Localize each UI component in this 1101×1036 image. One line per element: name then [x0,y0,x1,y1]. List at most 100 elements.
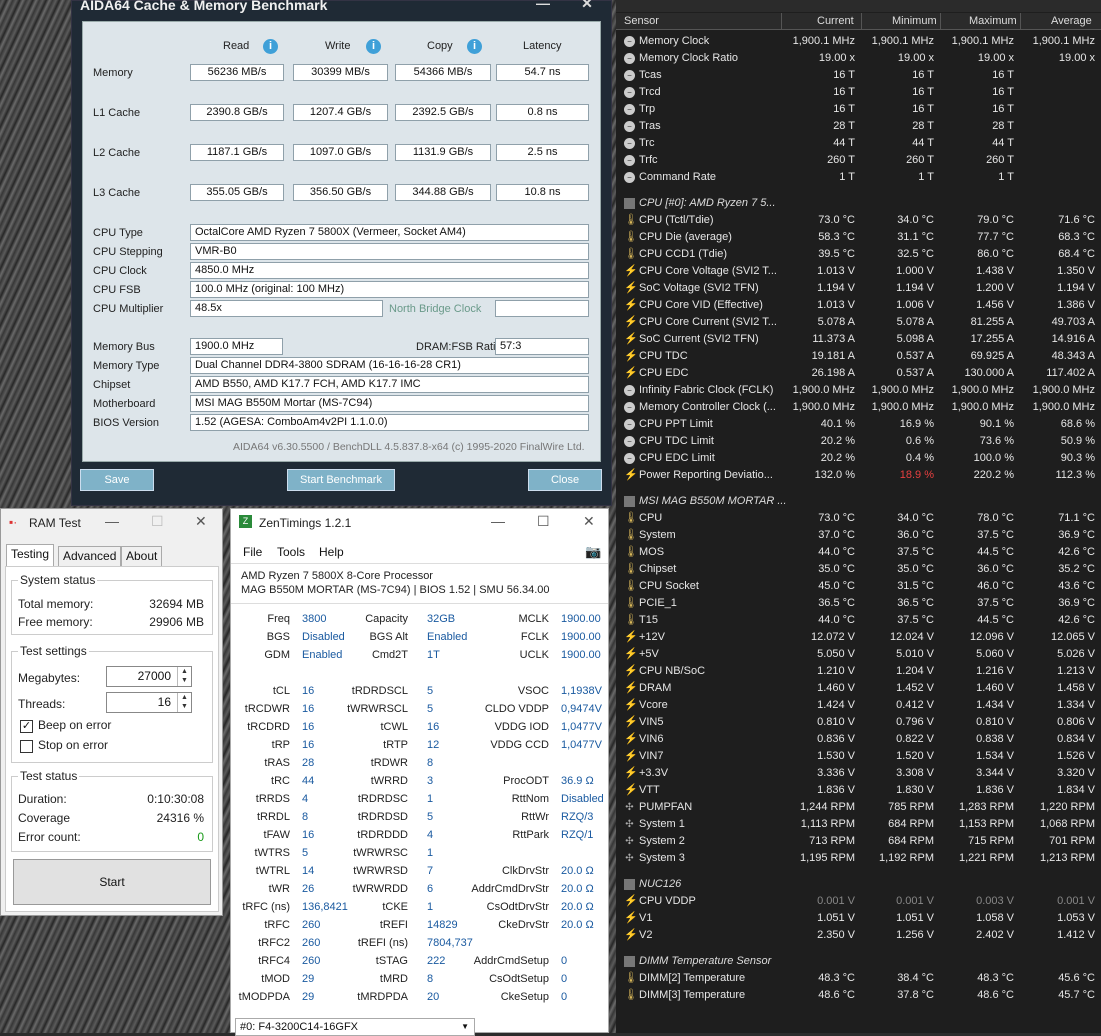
info-icon[interactable]: i [366,39,381,54]
sensor-row[interactable]: ⚡ VIN7 1.530 V 1.520 V 1.534 V 1.526 V [616,748,1101,765]
collapse-icon[interactable] [624,496,635,507]
sensor-row[interactable]: ⚡ CPU NB/SoC 1.210 V 1.204 V 1.216 V 1.213 V [616,663,1101,680]
sensor-row[interactable]: ⚡ Power Reporting Deviatio... 132.0 % 18.9 … [616,467,1101,484]
minimize-icon[interactable]: — [491,513,505,529]
sensor-row[interactable]: ⚡ V2 2.350 V 1.256 V 2.402 V 1.412 V [616,927,1101,944]
info-icon[interactable]: i [467,39,482,54]
close-icon[interactable]: ✕ [572,0,602,15]
sensor-row[interactable]: ⚡ V1 1.051 V 1.051 V 1.058 V 1.053 V [616,910,1101,927]
threads-input[interactable]: 16 ▲ ▼ [106,692,192,713]
sensor-row[interactable]: − CPU EDC Limit 20.2 % 0.4 % 100.0 % 90.3 % [616,450,1101,467]
sensor-row[interactable]: ⚡ CPU TDC 19.181 A 0.537 A 69.925 A 48.343 A [616,348,1101,365]
col-average[interactable]: Average [1051,15,1092,27]
sensor-row[interactable]: ⚡ SoC Current (SVI2 TFN) 11.373 A 5.098 A 17… [616,331,1101,348]
sensor-row[interactable]: ⚡ VTT 1.836 V 1.830 V 1.836 V 1.834 V [616,782,1101,799]
sensor-row[interactable]: 🌡 System 37.0 °C 36.0 °C 37.5 °C 36.9 °C [616,527,1101,544]
col-sensor[interactable]: Sensor [624,15,659,27]
tab-advanced[interactable]: Advanced [58,546,122,566]
sensor-average-value: 49.703 A [1051,316,1095,328]
sensor-row[interactable]: ⚡ +3.3V 3.336 V 3.308 V 3.344 V 3.320 V [616,765,1101,782]
cpu-info-value: 4850.0 MHz [190,262,589,279]
sensor-row[interactable]: ⚡ CPU Core Voltage (SVI2 T... 1.013 V 1.000… [616,263,1101,280]
menu-tools[interactable]: Tools [277,545,305,559]
sensor-row[interactable]: − CPU PPT Limit 40.1 % 16.9 % 90.1 % 68.6 % [616,416,1101,433]
start-benchmark-button[interactable]: Start Benchmark [287,469,395,491]
spin-arrows-icon[interactable]: ▲ ▼ [177,693,191,712]
sensor-row[interactable]: − Trfc 260 T 260 T 260 T [616,152,1101,169]
sensor-row[interactable]: ⚡ CPU Core Current (SVI2 T... 5.078 A 5.078… [616,314,1101,331]
sensor-row[interactable]: ⚡ CPU Core VID (Effective) 1.013 V 1.006 V 1… [616,297,1101,314]
close-icon[interactable]: ✕ [583,513,595,530]
menu-help[interactable]: Help [319,545,344,559]
megabytes-input[interactable]: 27000 ▲ ▼ [106,666,192,687]
sensor-row[interactable]: ⚡ VIN5 0.810 V 0.796 V 0.810 V 0.806 V [616,714,1101,731]
sensor-row[interactable]: 🌡 CPU 73.0 °C 34.0 °C 78.0 °C 71.1 °C [616,510,1101,527]
sensor-row[interactable]: 🌡 PCIE_1 36.5 °C 36.5 °C 37.5 °C 36.9 °C [616,595,1101,612]
sensor-row[interactable]: − CPU TDC Limit 20.2 % 0.6 % 73.6 % 50.9 % [616,433,1101,450]
sensor-group-header[interactable]: DIMM Temperature Sensor [616,953,1101,970]
collapse-icon[interactable] [624,198,635,209]
sensor-row[interactable]: − Trcd 16 T 16 T 16 T [616,84,1101,101]
sensor-average-value: 1,220 RPM [1039,801,1095,813]
sensor-row[interactable]: − Infinity Fabric Clock (FCLK) 1,900.0 MHz… [616,382,1101,399]
sensor-row[interactable]: − Memory Clock 1,900.1 MHz 1,900.1 MHz 1,900… [616,33,1101,50]
close-button[interactable]: Close [528,469,602,491]
sensor-row[interactable]: 🌡 DIMM[2] Temperature 48.3 °C 38.4 °C 48.3 °… [616,970,1101,987]
sensor-row[interactable]: ⚡ DRAM 1.460 V 1.452 V 1.460 V 1.458 V [616,680,1101,697]
sensor-row[interactable]: − Tras 28 T 28 T 28 T [616,118,1101,135]
sensor-row[interactable]: ⚡ Vcore 1.424 V 0.412 V 1.434 V 1.334 V [616,697,1101,714]
minimize-icon[interactable]: — [105,513,119,529]
collapse-icon[interactable] [624,879,635,890]
collapse-icon[interactable] [624,956,635,967]
sensor-row[interactable]: − Command Rate 1 T 1 T 1 T [616,169,1101,186]
minimize-icon[interactable]: — [528,0,558,15]
sensor-row[interactable]: 🌡 CPU (Tctl/Tdie) 73.0 °C 34.0 °C 79.0 °C 71.… [616,212,1101,229]
sensor-name: Tcas [639,69,662,81]
sensor-row[interactable]: 🌡 Chipset 35.0 °C 35.0 °C 36.0 °C 35.2 °C [616,561,1101,578]
tab-testing[interactable]: Testing [6,544,55,567]
maximize-icon[interactable]: ☐ [537,513,550,530]
camera-icon[interactable]: 📷 [585,544,601,560]
start-button[interactable]: Start [13,859,211,905]
sensor-row[interactable]: ✣ System 3 1,195 RPM 1,192 RPM 1,221 RPM 1,21… [616,850,1101,867]
sensor-row[interactable]: − Memory Controller Clock (... 1,900.0 MHz… [616,399,1101,416]
info-icon[interactable]: i [263,39,278,54]
sensor-row[interactable]: ⚡ +12V 12.072 V 12.024 V 12.096 V 12.065 V [616,629,1101,646]
sensor-row[interactable]: 🌡 CPU Socket 45.0 °C 31.5 °C 46.0 °C 43.6 °C [616,578,1101,595]
sensor-row[interactable]: ⚡ CPU EDC 26.198 A 0.537 A 130.000 A 117.402 … [616,365,1101,382]
close-icon[interactable]: ✕ [195,513,207,530]
stop-checkbox[interactable] [20,740,33,753]
sensor-group-header[interactable]: MSI MAG B550M MORTAR ... [616,493,1101,510]
sensor-row[interactable]: − Trp 16 T 16 T 16 T [616,101,1101,118]
spin-arrows-icon[interactable]: ▲ ▼ [177,667,191,686]
sensor-row[interactable]: − Trc 44 T 44 T 44 T [616,135,1101,152]
sensor-row[interactable]: ⚡ VIN6 0.836 V 0.822 V 0.838 V 0.834 V [616,731,1101,748]
profile-select[interactable]: #0: F4-3200C14-16GFX ▼ [235,1018,475,1036]
sensor-group-header[interactable]: CPU [#0]: AMD Ryzen 7 5... [616,195,1101,212]
sensor-row[interactable]: 🌡 T15 44.0 °C 37.5 °C 44.5 °C 42.6 °C [616,612,1101,629]
col-separator [781,13,782,30]
system-info-label: Chipset [93,379,131,391]
sensor-row[interactable]: ✣ System 2 713 RPM 684 RPM 715 RPM 701 RPM [616,833,1101,850]
beep-checkbox[interactable]: ✓ [20,720,33,733]
sensor-row[interactable]: ⚡ CPU VDDP 0.001 V 0.001 V 0.003 V 0.001 V [616,893,1101,910]
col-minimum[interactable]: Minimum [892,15,937,27]
col-maximum[interactable]: Maximum [969,15,1017,27]
col-current[interactable]: Current [817,15,854,27]
sensor-row[interactable]: ✣ PUMPFAN 1,244 RPM 785 RPM 1,283 RPM 1,220 R… [616,799,1101,816]
sensor-row[interactable]: ✣ System 1 1,113 RPM 684 RPM 1,153 RPM 1,068 … [616,816,1101,833]
sensor-row[interactable]: 🌡 DIMM[3] Temperature 48.6 °C 37.8 °C 48.6 °… [616,987,1101,1004]
tab-about[interactable]: About [121,546,163,566]
sensor-row[interactable]: 🌡 CPU CCD1 (Tdie) 39.5 °C 32.5 °C 86.0 °C 68.… [616,246,1101,263]
sensor-row[interactable]: − Tcas 16 T 16 T 16 T [616,67,1101,84]
menu-file[interactable]: File [243,545,262,559]
sensor-group-header[interactable]: NUC126 [616,876,1101,893]
sensor-row[interactable]: 🌡 CPU Die (average) 58.3 °C 31.1 °C 77.7 °C 6… [616,229,1101,246]
sensor-row[interactable]: 🌡 MOS 44.0 °C 37.5 °C 44.5 °C 42.6 °C [616,544,1101,561]
save-button[interactable]: Save [80,469,154,491]
sensor-row[interactable]: ⚡ SoC Voltage (SVI2 TFN) 1.194 V 1.194 V 1.2… [616,280,1101,297]
sensor-name: CPU Core Voltage (SVI2 T... [639,265,777,277]
sensor-row[interactable]: − Memory Clock Ratio 19.00 x 19.00 x 19.00 x… [616,50,1101,67]
sensor-row[interactable]: ⚡ +5V 5.050 V 5.010 V 5.060 V 5.026 V [616,646,1101,663]
sensor-current-value: 0.836 V [817,733,855,745]
